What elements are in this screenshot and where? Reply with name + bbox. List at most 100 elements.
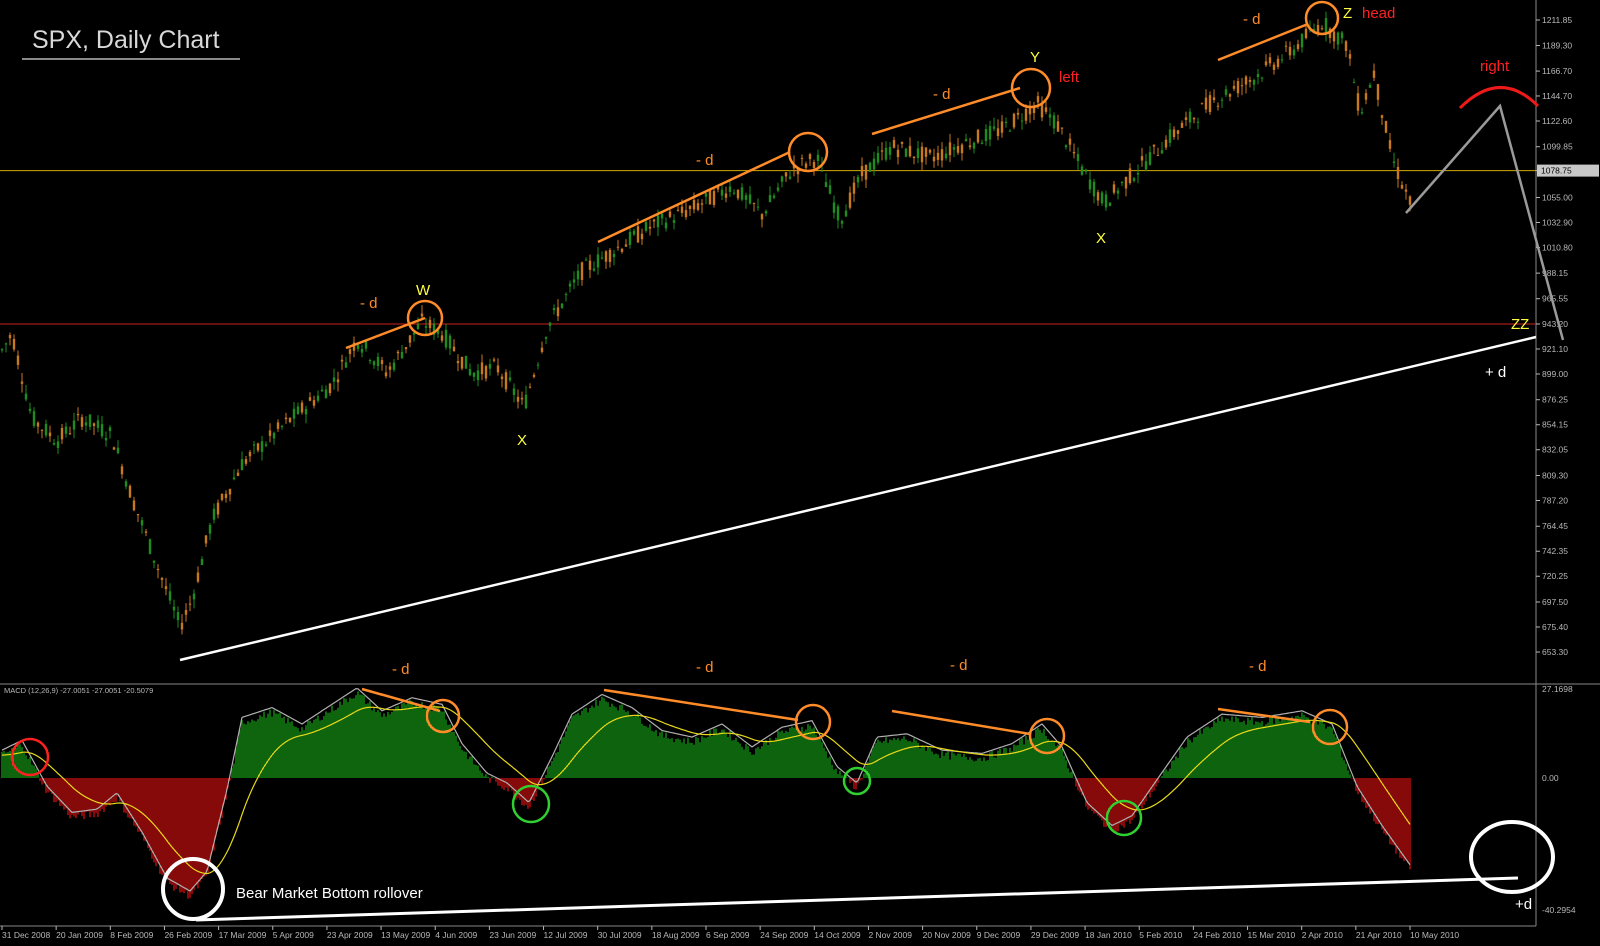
candle-body — [492, 359, 496, 361]
price-tick-label: 1055.00 — [1542, 192, 1573, 202]
label-w: W — [416, 282, 431, 299]
candle-body — [864, 164, 868, 180]
candle-body — [1196, 121, 1200, 123]
candle-body — [16, 355, 20, 365]
candle-body — [972, 142, 976, 149]
candle-body — [876, 152, 880, 163]
candle-body — [8, 335, 12, 339]
candle-body — [1296, 44, 1300, 49]
candle-body — [932, 156, 936, 162]
candle-body — [1232, 85, 1236, 89]
candle-body — [172, 606, 176, 611]
candle-body — [620, 248, 624, 252]
candle-body — [376, 356, 380, 367]
candle-body — [856, 176, 860, 183]
candle-body — [84, 422, 88, 426]
candle-body — [692, 199, 696, 210]
candle-body — [136, 514, 140, 516]
candle-body — [1080, 166, 1084, 175]
price-tick-label: 876.25 — [1542, 395, 1568, 405]
candle-body — [332, 377, 336, 382]
label-x-2: X — [1096, 230, 1106, 247]
candle-body — [708, 190, 712, 205]
candle-body — [372, 361, 376, 366]
date-tick-label: 13 May 2009 — [381, 930, 430, 940]
candle-body — [1284, 45, 1288, 47]
date-tick-label: 18 Aug 2009 — [652, 930, 700, 940]
chart-title: SPX, Daily Chart — [32, 26, 220, 54]
candle-body — [536, 364, 540, 366]
candle-body — [1388, 140, 1392, 149]
candle-body — [1204, 97, 1208, 110]
candle-body — [892, 140, 896, 148]
candle-body — [404, 347, 408, 350]
candle-body — [988, 126, 992, 140]
spx-chart: 1211.85 1189.30 1166.70 1144.70 1122.60 1099.… — [0, 0, 1600, 946]
candle-body — [1016, 112, 1020, 115]
candle-body — [1160, 150, 1164, 154]
candle-body — [808, 154, 812, 160]
price-tick-label: 764.45 — [1542, 521, 1568, 531]
candle-body — [228, 489, 232, 495]
candle-body — [1240, 85, 1244, 87]
price-tick-label: 899.00 — [1542, 369, 1568, 379]
candle-body — [1224, 89, 1228, 95]
candle-body — [496, 365, 500, 373]
candle-body — [564, 294, 568, 296]
candle-body — [784, 172, 788, 177]
candle-body — [704, 193, 708, 197]
candle-body — [768, 195, 772, 203]
candle-body — [1036, 96, 1040, 103]
candle-body — [452, 346, 456, 351]
candle-body — [1088, 179, 1092, 190]
candle-body — [712, 191, 716, 205]
candle-body — [840, 221, 844, 224]
candle-body — [256, 443, 260, 451]
candle-body — [1064, 145, 1068, 148]
bear-bottom-label: Bear Market Bottom rollover — [236, 885, 423, 902]
label-y: Y — [1030, 49, 1040, 66]
candle-body — [204, 535, 208, 544]
candle-body — [280, 425, 284, 427]
date-tick-label: 23 Apr 2009 — [327, 930, 373, 940]
candle-body — [960, 144, 964, 154]
candle-body — [488, 364, 492, 369]
candle-body — [1068, 138, 1072, 145]
candle-body — [1056, 121, 1060, 132]
candle-body — [524, 394, 528, 409]
candle-body — [1096, 192, 1100, 201]
candle-body — [1212, 97, 1216, 101]
candle-body — [588, 260, 592, 270]
label-neg-d: - d — [392, 661, 410, 678]
candle-body — [1368, 84, 1372, 88]
candle-body — [484, 365, 488, 379]
candle-body — [512, 388, 516, 395]
candle-body — [188, 603, 192, 605]
candle-body — [648, 226, 652, 229]
price-tick-label: 921.10 — [1542, 344, 1568, 354]
candle-body — [428, 319, 432, 329]
candle-body — [1144, 161, 1148, 170]
candle-body — [1120, 182, 1124, 184]
candle-body — [1392, 161, 1396, 163]
date-tick-label: 9 Dec 2009 — [977, 930, 1021, 940]
candle-body — [1332, 31, 1336, 42]
date-tick-label: 23 Jun 2009 — [489, 930, 536, 940]
candle-body — [104, 437, 108, 441]
candle-body — [336, 379, 340, 383]
date-tick-label: 6 Sep 2009 — [706, 930, 750, 940]
candle-body — [952, 147, 956, 150]
candle-body — [288, 417, 292, 423]
date-tick-label: 20 Jan 2009 — [56, 930, 103, 940]
candle-body — [1164, 139, 1168, 148]
candle-body — [80, 417, 84, 427]
price-tick-label: 742.35 — [1542, 546, 1568, 556]
candle-body — [184, 609, 188, 615]
candle-body — [756, 206, 760, 208]
candle-body — [1216, 105, 1220, 107]
candle-body — [364, 341, 368, 349]
candle-body — [544, 337, 548, 339]
candle-body — [676, 209, 680, 211]
candle-body — [912, 156, 916, 159]
candle-body — [224, 493, 228, 499]
